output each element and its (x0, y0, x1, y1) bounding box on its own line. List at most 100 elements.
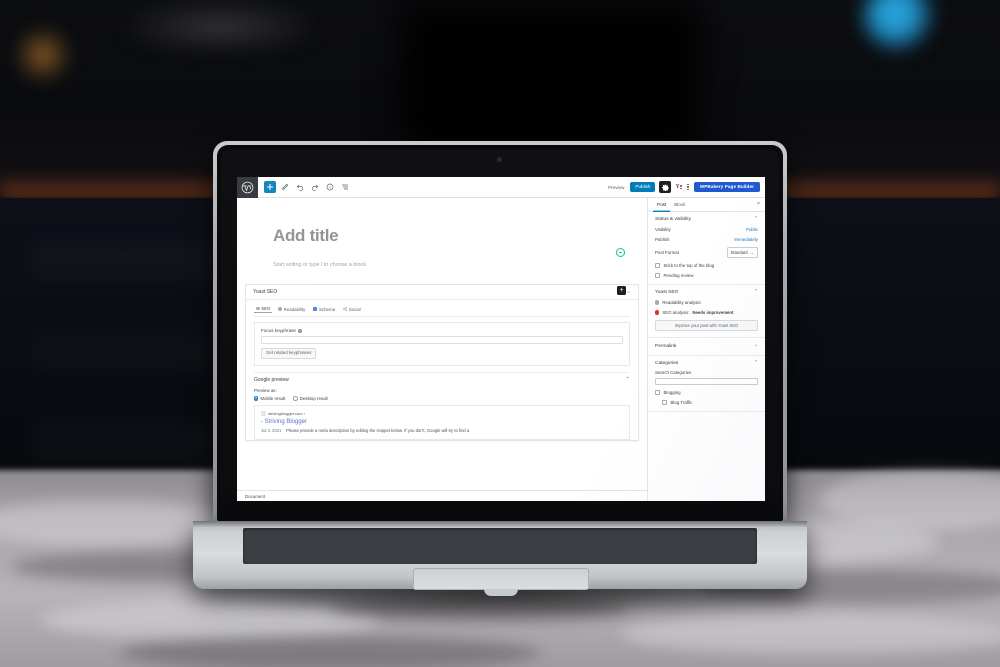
chevron-down-icon: ⌄ (750, 250, 754, 255)
post-format-select[interactable]: Standard ⌄ (726, 247, 758, 258)
close-x-icon[interactable]: × (757, 201, 760, 207)
seo-score-dot-icon (256, 306, 260, 311)
block-inserter-plus-icon[interactable]: + (617, 286, 626, 295)
seo-score-red-dot-icon (655, 310, 660, 315)
categories-header[interactable]: Categories ⌃ (655, 360, 758, 366)
redo-button[interactable] (309, 181, 321, 193)
paragraph-block-input[interactable]: Start writing or type / to choose a bloc… (273, 262, 613, 268)
visibility-row: Visibility Public (655, 227, 758, 232)
tab-schema-label: Schema (318, 306, 336, 312)
category-blog-traffic-checkbox[interactable] (662, 400, 667, 406)
publish-value-button[interactable]: Immediately (734, 237, 758, 242)
readability-score-dot-icon (278, 307, 283, 311)
chevron-down-icon[interactable]: ⌄ (753, 342, 758, 348)
category-blogging-checkbox[interactable] (655, 390, 660, 396)
categories-title: Categories (655, 361, 679, 366)
tab-post[interactable]: Post (653, 198, 670, 212)
google-preview-header[interactable]: Google preview ⌃ (254, 372, 630, 386)
seo-analysis-value: Needs improvement (692, 310, 734, 315)
category-blogging-label: Blogging (663, 390, 681, 396)
radio-mobile-label: Mobile result (260, 396, 286, 402)
yoast-seo-metabox: Yoast SEO ⌄ SEO Readability Schema Socia… (245, 284, 639, 441)
pending-review-checkbox[interactable] (655, 272, 660, 278)
preview-as-label: Preview as: (254, 388, 277, 394)
snippet-date: Jul 3, 2021 (261, 427, 282, 433)
wpbakery-page-builder-button[interactable]: WPBakery Page Builder (693, 181, 760, 193)
pending-review-checkbox-row[interactable]: Pending review (655, 272, 758, 278)
tools-pencil-icon[interactable] (279, 181, 291, 193)
schema-grid-icon (313, 307, 318, 311)
webcam-icon (497, 157, 502, 162)
focus-keyphrase-input[interactable] (261, 336, 623, 344)
yoast-seo-icon[interactable]: Y (675, 184, 683, 190)
snippet-description-row: Jul 3, 2021 Please provide a meta descri… (261, 428, 623, 434)
details-info-icon[interactable] (324, 181, 336, 193)
post-format-value: Standard (730, 250, 748, 255)
kebab-menu-icon[interactable] (686, 183, 690, 191)
radio-mobile-result[interactable]: Mobile result (254, 396, 285, 401)
yoast-ok-icon[interactable] (616, 248, 625, 257)
tab-readability[interactable]: Readability (276, 306, 307, 313)
publish-button[interactable]: Publish (630, 182, 656, 192)
chevron-up-icon[interactable]: ⌃ (753, 216, 758, 222)
yoast-sidebar-header[interactable]: Yoast SEO ⌃ (655, 289, 758, 295)
sticky-post-checkbox-row[interactable]: Stick to the top of the blog (655, 262, 758, 268)
snippet-url-row: strivingblogger.com › (261, 411, 623, 416)
laptop: Preview Publish Y WPBakery Page Builder (0, 0, 1000, 667)
laptop-base-lip (193, 521, 807, 527)
add-block-button[interactable] (264, 181, 276, 193)
seo-analysis-row: SEO analysis: Needs improvement (655, 310, 758, 315)
improve-post-button[interactable]: Improve your post with Yoast SEO (655, 320, 758, 332)
status-visibility-header[interactable]: Status & visibility ⌃ (655, 216, 758, 223)
search-categories-input[interactable] (655, 377, 758, 386)
status-visibility-title: Status & visibility (655, 217, 691, 223)
chevron-up-icon[interactable]: ⌃ (753, 289, 758, 295)
share-nodes-icon (343, 307, 347, 311)
radio-desktop-label: Desktop result (299, 396, 328, 402)
editor-canvas: Add title Start writing or type / to cho… (237, 198, 647, 501)
category-blogging-row[interactable]: Blogging (655, 390, 758, 396)
sticky-post-label: Stick to the top of the blog (663, 262, 715, 268)
tab-seo[interactable]: SEO (254, 306, 273, 313)
radio-desktop-result[interactable]: Desktop result (293, 396, 328, 402)
undo-button[interactable] (294, 181, 306, 193)
post-title-input[interactable]: Add title (273, 226, 613, 246)
category-blog-traffic-row[interactable]: Blog Traffic (655, 400, 758, 406)
help-circle-icon[interactable]: i (297, 328, 302, 333)
publish-label: Publish (655, 237, 670, 243)
settings-gear-icon[interactable] (659, 181, 672, 193)
tab-social[interactable]: Social (341, 306, 363, 313)
radio-desktop-dot-icon (293, 396, 298, 401)
visibility-value-button[interactable]: Public (746, 227, 758, 232)
tab-block[interactable]: Block (670, 198, 689, 212)
publish-row: Publish Immediately (655, 237, 758, 242)
radio-mobile-dot-icon (254, 396, 259, 401)
permalink-header[interactable]: Permalink ⌄ (655, 342, 758, 348)
visibility-label: Visibility (655, 227, 671, 233)
post-format-row: Post Format Standard ⌄ (655, 247, 758, 258)
pending-review-label: Pending review (663, 272, 694, 278)
category-blog-traffic-label: Blog Traffic (670, 400, 693, 406)
chevron-toggle-icon[interactable]: ⌄ (626, 289, 631, 295)
tab-seo-label: SEO (261, 306, 271, 311)
metabox-header[interactable]: Yoast SEO ⌄ (246, 285, 638, 300)
seo-analysis-label: SEO analysis: (662, 310, 690, 315)
search-categories-label: Search Categories (655, 370, 692, 376)
google-snippet-preview[interactable]: strivingblogger.com › - Striving Blogger… (254, 405, 630, 440)
post-title-wrapper: Add title (237, 198, 647, 246)
tab-schema[interactable]: Schema (311, 306, 337, 313)
google-preview-title: Google preview (254, 377, 289, 384)
paragraph-wrapper: Start writing or type / to choose a bloc… (237, 246, 647, 268)
list-view-icon[interactable] (339, 181, 351, 193)
wordpress-logo-icon[interactable] (237, 177, 258, 198)
yoast-tab-bar: SEO Readability Schema Social (254, 306, 630, 317)
breadcrumb-document[interactable]: Document (245, 494, 265, 499)
permalink-section: Permalink ⌄ (648, 338, 765, 356)
readability-analysis-row: Readability analysis: (655, 300, 758, 305)
chevron-up-icon[interactable]: ⌃ (753, 360, 758, 366)
sticky-post-checkbox[interactable] (655, 262, 660, 268)
preview-button[interactable]: Preview (606, 185, 626, 190)
get-related-keyphrases-button[interactable]: Get related keyphrases (261, 348, 317, 360)
chevron-up-icon[interactable]: ⌃ (625, 377, 630, 383)
editor-top-toolbar: Preview Publish Y WPBakery Page Builder (237, 177, 765, 198)
